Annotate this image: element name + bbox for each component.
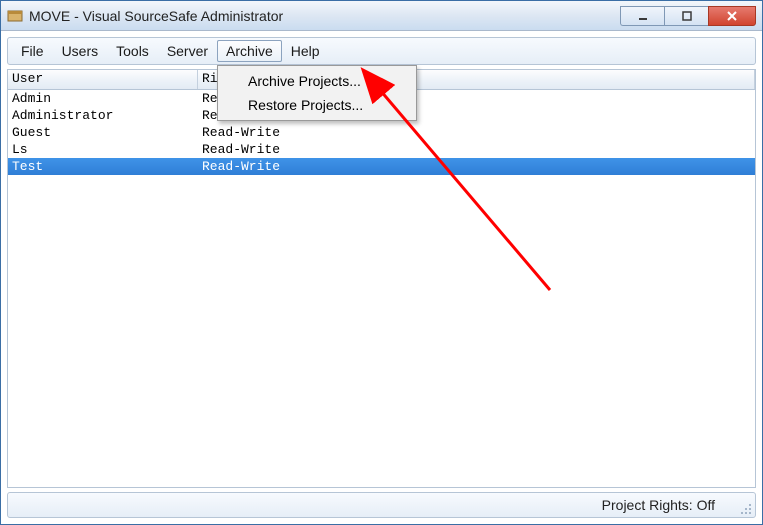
main-window: MOVE - Visual SourceSafe Administrator F… [0,0,763,525]
menu-help[interactable]: Help [282,40,329,62]
table-body[interactable]: Admin Read-Write Administrator Read-Writ… [8,90,755,487]
cell-user: Test [8,158,198,175]
menubar-container: File Users Tools Server Archive Archive … [1,31,762,67]
cell-user: Guest [8,124,198,141]
table-row[interactable]: Guest Read-Write [8,124,755,141]
window-title: MOVE - Visual SourceSafe Administrator [29,8,620,24]
cell-rights: Read-Write [198,124,755,141]
close-button[interactable] [708,6,756,26]
maximize-button[interactable] [664,6,708,26]
menu-archive[interactable]: Archive Archive Projects... Restore Proj… [217,40,282,62]
menubar: File Users Tools Server Archive Archive … [7,37,756,65]
cell-rights: Read-Write [198,158,755,175]
menu-users[interactable]: Users [53,40,108,62]
resize-grip-icon[interactable] [738,501,752,515]
cell-user: Administrator [8,107,198,124]
menu-restore-projects[interactable]: Restore Projects... [220,93,414,117]
statusbar: Project Rights: Off [7,492,756,518]
cell-user: Admin [8,90,198,107]
status-text: Project Rights: Off [602,497,715,513]
user-list-panel: User Rights Admin Read-Write Administrat… [7,69,756,488]
menu-tools[interactable]: Tools [107,40,158,62]
window-controls [620,6,756,26]
table-row[interactable]: Test Read-Write [8,158,755,175]
menu-file[interactable]: File [12,40,53,62]
archive-dropdown: Archive Projects... Restore Projects... [217,65,417,121]
app-icon [7,8,23,24]
cell-user: Ls [8,141,198,158]
minimize-button[interactable] [620,6,664,26]
column-header-user[interactable]: User [8,70,198,89]
menu-archive-projects[interactable]: Archive Projects... [220,69,414,93]
menu-server[interactable]: Server [158,40,217,62]
titlebar[interactable]: MOVE - Visual SourceSafe Administrator [1,1,762,31]
cell-rights: Read-Write [198,141,755,158]
menu-archive-label: Archive [226,43,273,59]
table-row[interactable]: Ls Read-Write [8,141,755,158]
